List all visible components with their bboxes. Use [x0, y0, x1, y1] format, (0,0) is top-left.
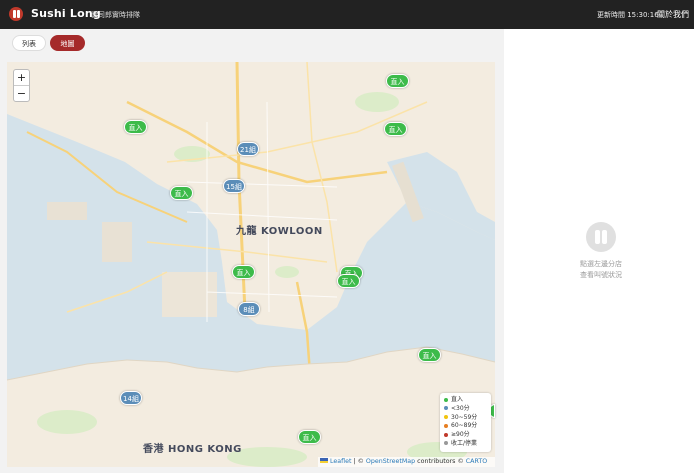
- top-bar: Sushi Long 壽司郎實時排隊 更新時間 15:30:16 關於我們: [0, 0, 694, 29]
- ukraine-flag-icon: [320, 458, 328, 463]
- branch-marker[interactable]: 直入: [124, 120, 147, 134]
- sushi-placeholder-icon: [586, 222, 616, 252]
- legend-dot-icon: [444, 423, 448, 428]
- tab-list[interactable]: 列表: [12, 35, 46, 51]
- branch-marker[interactable]: 直入: [418, 348, 441, 362]
- legend-label: 30~59分: [451, 413, 478, 421]
- legend-dot-icon: [444, 441, 448, 446]
- brand-tagline: 壽司郎實時排隊: [91, 11, 140, 19]
- zoom-in-button[interactable]: +: [14, 70, 29, 86]
- legend-label: ≥90分: [451, 431, 470, 439]
- zoom-out-button[interactable]: −: [14, 86, 29, 102]
- branch-marker[interactable]: 14組: [120, 391, 142, 405]
- branch-marker[interactable]: 直入: [386, 74, 409, 88]
- carto-link[interactable]: CARTO: [466, 458, 487, 465]
- legend-dot-icon: [444, 397, 448, 402]
- branch-marker[interactable]: 21組: [237, 142, 259, 156]
- legend-row: ≥90分: [444, 431, 487, 440]
- legend-label: <30分: [451, 404, 470, 412]
- empty-state-message: 點選左邊分店 查看叫號狀況: [560, 259, 642, 281]
- branch-marker[interactable]: 直入: [232, 265, 255, 279]
- branch-marker[interactable]: 8組: [238, 302, 260, 316]
- map-label-hongkong: 香港 HONG KONG: [143, 444, 242, 455]
- legend-dot-icon: [444, 415, 448, 420]
- empty-state-line2: 查看叫號狀況: [580, 271, 622, 279]
- tab-map[interactable]: 地圖: [50, 35, 85, 51]
- about-link[interactable]: 關於我們: [657, 9, 689, 20]
- zoom-control: + −: [13, 69, 30, 102]
- legend-label: 收工/停業: [451, 439, 478, 447]
- branch-marker[interactable]: 直入: [384, 122, 407, 136]
- osm-link[interactable]: OpenStreetMap: [366, 458, 415, 465]
- legend-row: 收工/停業: [444, 440, 487, 449]
- branch-marker[interactable]: 直入: [170, 186, 193, 200]
- leaflet-link[interactable]: Leaflet: [330, 458, 351, 465]
- branch-marker[interactable]: 直入: [337, 274, 360, 288]
- legend-dot-icon: [444, 406, 448, 411]
- empty-state-line1: 點選左邊分店: [580, 260, 622, 268]
- map-label-kowloon: 九龍 KOWLOON: [236, 226, 323, 237]
- legend-row: <30分: [444, 405, 487, 414]
- legend-label: 60~89分: [451, 422, 478, 430]
- attribution-contrib: contributors ©: [417, 458, 464, 465]
- legend-label: 直入: [451, 396, 464, 403]
- map-attribution: Leaflet | © OpenStreetMap contributors ©…: [318, 457, 495, 467]
- branch-marker[interactable]: 直入: [298, 430, 321, 444]
- sushi-logo-icon: [9, 7, 23, 21]
- map-canvas[interactable]: [7, 62, 495, 467]
- attribution-sep: | ©: [353, 458, 364, 465]
- map-base-tiles: [7, 62, 495, 467]
- legend-dot-icon: [444, 432, 448, 437]
- legend-row: 直入: [444, 396, 487, 405]
- legend-row: 60~89分: [444, 422, 487, 431]
- branch-marker[interactable]: 15組: [223, 179, 245, 193]
- update-time: 更新時間 15:30:16: [597, 11, 659, 19]
- map-legend: 直入 <30分 30~59分 60~89分 ≥90分 收工/停業: [440, 393, 491, 452]
